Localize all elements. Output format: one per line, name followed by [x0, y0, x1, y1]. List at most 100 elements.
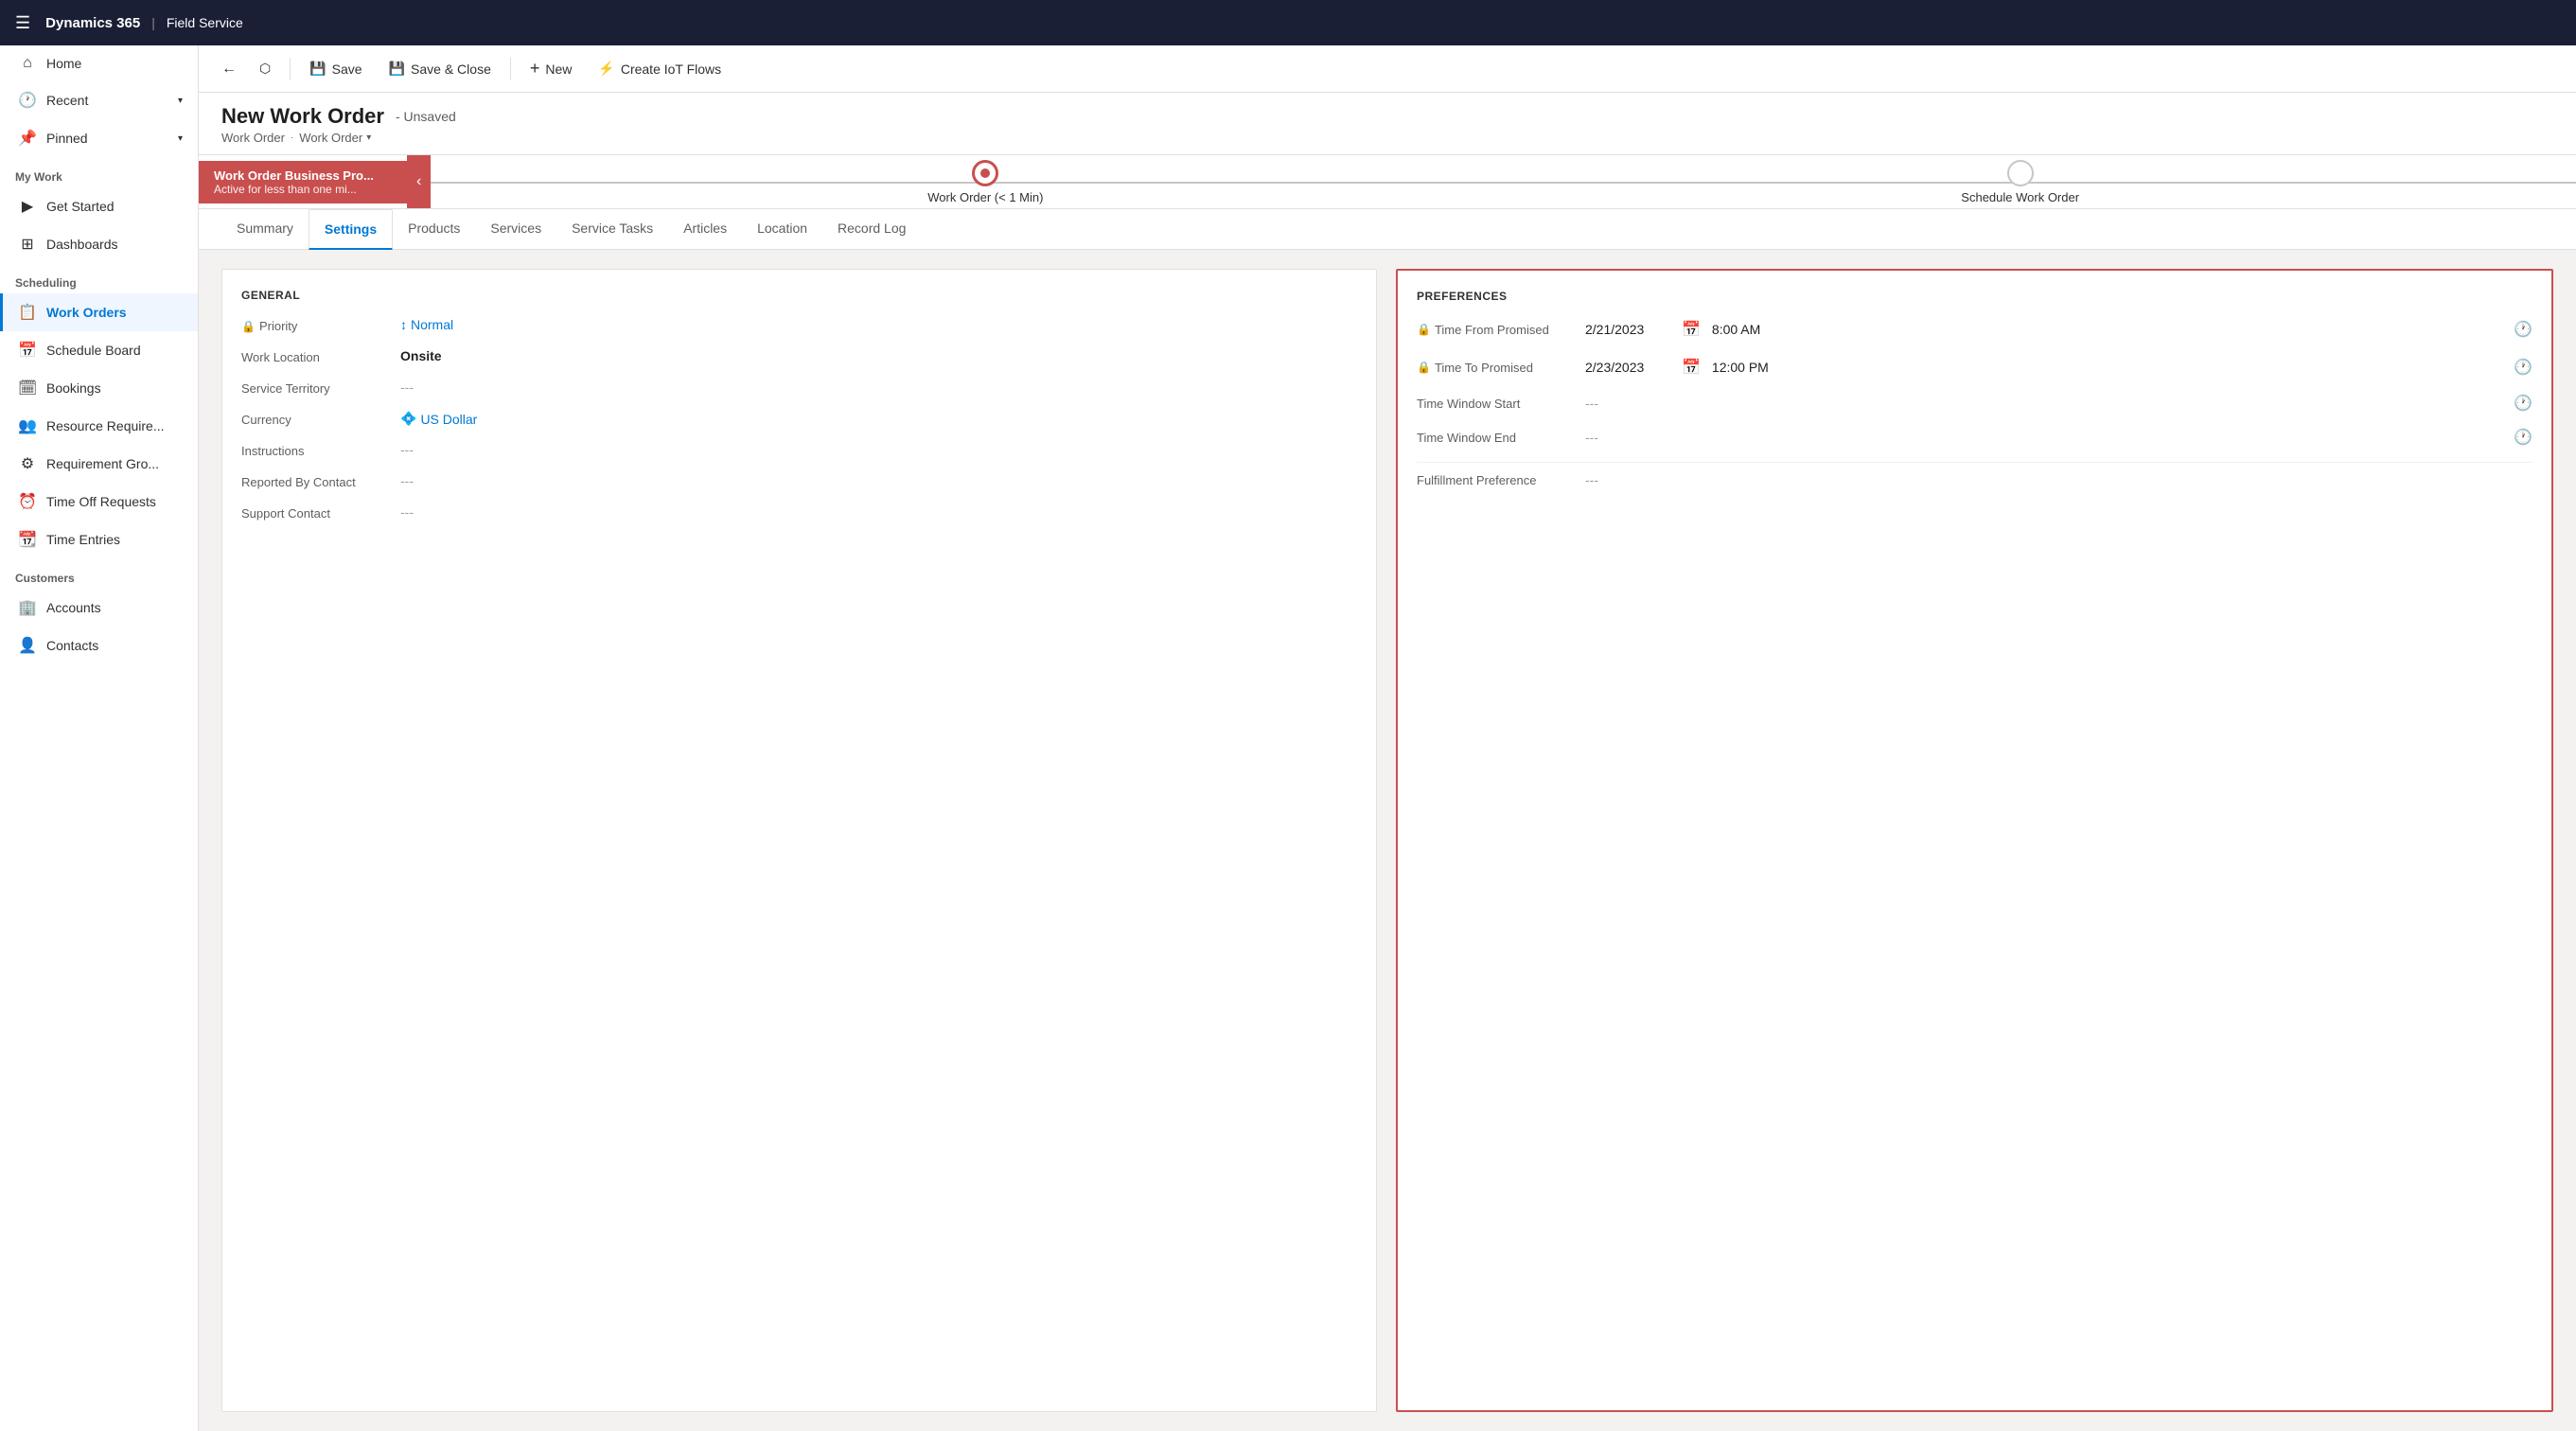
- contacts-icon: 👤: [18, 636, 37, 655]
- breadcrumb: Work Order · Work Order ▾: [221, 131, 2553, 145]
- page-title: New Work Order: [221, 104, 384, 129]
- timefrom-time[interactable]: 8:00 AM: [1712, 322, 2506, 337]
- label-timeto: 🔒 Time To Promised: [1417, 361, 1578, 375]
- stage-progress: Work Order (< 1 Min) Schedule Work Order: [431, 160, 2576, 204]
- sidebar-item-workorders[interactable]: 📋 Work Orders: [0, 293, 198, 331]
- sidebar-item-pinned[interactable]: 📌 Pinned ▾: [0, 119, 198, 157]
- sidebar-label-resource-require: Resource Require...: [46, 418, 165, 433]
- new-label: New: [545, 62, 572, 77]
- windowstart-clock-icon[interactable]: 🕐: [2514, 394, 2532, 413]
- save-button[interactable]: 💾 Save: [298, 55, 373, 82]
- general-section-title: GENERAL: [241, 289, 1357, 302]
- new-button[interactable]: + New: [519, 53, 584, 84]
- tab-services[interactable]: Services: [475, 209, 556, 249]
- recent-icon: 🕐: [18, 91, 37, 110]
- currency-label-text: Currency: [241, 413, 291, 427]
- dashboards-icon: ⊞: [18, 235, 37, 254]
- timefrom-calendar-icon[interactable]: 📅: [1678, 318, 1704, 341]
- hamburger-menu[interactable]: ☰: [15, 13, 30, 33]
- timefrom-clock-icon[interactable]: 🕐: [2514, 320, 2532, 339]
- sidebar-item-timeentries[interactable]: 📆 Time Entries: [0, 521, 198, 558]
- priority-value-text: Normal: [411, 317, 453, 332]
- accounts-icon: 🏢: [18, 598, 37, 617]
- breadcrumb-link-2: Work Order: [299, 131, 362, 145]
- priority-label-text: Priority: [259, 319, 297, 333]
- section-scheduling: Scheduling: [0, 263, 198, 293]
- windowstart-value[interactable]: ---: [1585, 396, 2506, 411]
- windowend-value[interactable]: ---: [1585, 430, 2506, 445]
- windowend-label-text: Time Window End: [1417, 431, 1516, 445]
- stage-node-1[interactable]: Work Order (< 1 Min): [927, 160, 1043, 204]
- create-iot-label: Create IoT Flows: [621, 62, 721, 77]
- sidebar-label-bookings: Bookings: [46, 380, 101, 396]
- active-stage-panel[interactable]: Work Order Business Pro... Active for le…: [199, 161, 407, 203]
- timeto-calendar-icon[interactable]: 📅: [1678, 356, 1704, 379]
- sidebar-item-requirement-gro[interactable]: ⚙ Requirement Gro...: [0, 445, 198, 483]
- windowstart-label-text: Time Window Start: [1417, 397, 1520, 411]
- label-currency: Currency: [241, 411, 393, 427]
- sidebar-item-recent[interactable]: 🕐 Recent ▾: [0, 81, 198, 119]
- currency-value-text: US Dollar: [420, 412, 477, 427]
- breadcrumb-current[interactable]: Work Order ▾: [299, 131, 371, 145]
- tab-service-tasks[interactable]: Service Tasks: [556, 209, 668, 249]
- section-mywork: My Work: [0, 157, 198, 187]
- sidebar-item-bookings[interactable]: 🗓 Bookings: [0, 369, 198, 407]
- field-supportcontact: Support Contact ---: [241, 504, 1357, 521]
- value-currency[interactable]: 💠 US Dollar: [400, 411, 1357, 427]
- label-priority: 🔒 Priority: [241, 317, 393, 333]
- sidebar-item-getstarted[interactable]: ▶ Get Started: [0, 187, 198, 225]
- sidebar-item-scheduleboard[interactable]: 📅 Schedule Board: [0, 331, 198, 369]
- timeto-time[interactable]: 12:00 PM: [1712, 360, 2506, 375]
- field-priority: 🔒 Priority ↕ Normal: [241, 317, 1357, 333]
- sidebar-item-dashboards[interactable]: ⊞ Dashboards: [0, 225, 198, 263]
- sidebar-item-accounts[interactable]: 🏢 Accounts: [0, 589, 198, 627]
- tab-summary[interactable]: Summary: [221, 209, 309, 249]
- tab-products[interactable]: Products: [393, 209, 475, 249]
- timeto-clock-icon[interactable]: 🕐: [2514, 358, 2532, 377]
- label-windowend: Time Window End: [1417, 431, 1578, 445]
- value-serviceterritory[interactable]: ---: [400, 380, 1357, 395]
- chevron-down-icon-pinned: ▾: [178, 133, 183, 144]
- pref-row-windowend: Time Window End --- 🕐: [1417, 428, 2532, 447]
- save-close-button[interactable]: 💾 Save & Close: [378, 55, 503, 82]
- sidebar-item-resource-require[interactable]: 👥 Resource Require...: [0, 407, 198, 445]
- sidebar-item-home[interactable]: ⌂ Home: [0, 45, 198, 81]
- new-icon: +: [530, 59, 540, 79]
- value-priority[interactable]: ↕ Normal: [400, 317, 1357, 332]
- instructions-label-text: Instructions: [241, 444, 304, 458]
- sidebar-label-requirement-gro: Requirement Gro...: [46, 456, 159, 471]
- priority-lock-icon: 🔒: [241, 320, 256, 333]
- timefrom-date[interactable]: 2/21/2023: [1585, 322, 1670, 337]
- sidebar-item-contacts[interactable]: 👤 Contacts: [0, 627, 198, 664]
- back-button[interactable]: ←: [214, 55, 244, 83]
- timeto-date[interactable]: 2/23/2023: [1585, 360, 1670, 375]
- value-instructions[interactable]: ---: [400, 442, 1357, 457]
- value-reportedby[interactable]: ---: [400, 473, 1357, 488]
- tab-articles[interactable]: Articles: [668, 209, 742, 249]
- sidebar-label-getstarted: Get Started: [46, 199, 115, 214]
- reportedby-label-text: Reported By Contact: [241, 475, 356, 489]
- tab-settings[interactable]: Settings: [309, 209, 393, 250]
- app-name: Field Service: [167, 15, 243, 30]
- stage-collapse-button[interactable]: ‹: [407, 155, 431, 208]
- windowend-clock-icon[interactable]: 🕐: [2514, 428, 2532, 447]
- general-section: GENERAL 🔒 Priority ↕ Normal Work Locatio…: [221, 269, 1377, 1412]
- unsaved-status: - Unsaved: [396, 109, 456, 124]
- popout-button[interactable]: ⬡: [248, 55, 282, 82]
- create-iot-button[interactable]: ⚡ Create IoT Flows: [587, 55, 732, 82]
- sidebar: ⌂ Home 🕐 Recent ▾ 📌 Pinned ▾ My Work ▶ G…: [0, 45, 199, 1431]
- sidebar-item-timeoffrequests[interactable]: ⏰ Time Off Requests: [0, 483, 198, 521]
- active-stage-title: Work Order Business Pro...: [214, 168, 392, 183]
- sidebar-label-timeoffrequests: Time Off Requests: [46, 494, 156, 509]
- breadcrumb-link-1[interactable]: Work Order: [221, 131, 285, 145]
- label-instructions: Instructions: [241, 442, 393, 458]
- requirement-icon: ⚙: [18, 454, 37, 473]
- label-reportedby: Reported By Contact: [241, 473, 393, 489]
- sidebar-label-recent: Recent: [46, 93, 88, 108]
- tab-location[interactable]: Location: [742, 209, 822, 249]
- page-header: New Work Order - Unsaved Work Order · Wo…: [199, 93, 2576, 154]
- stage-node-2[interactable]: Schedule Work Order: [1961, 160, 2079, 204]
- value-supportcontact[interactable]: ---: [400, 504, 1357, 520]
- tab-record-log[interactable]: Record Log: [822, 209, 921, 249]
- fulfillment-value[interactable]: ---: [1585, 472, 2532, 487]
